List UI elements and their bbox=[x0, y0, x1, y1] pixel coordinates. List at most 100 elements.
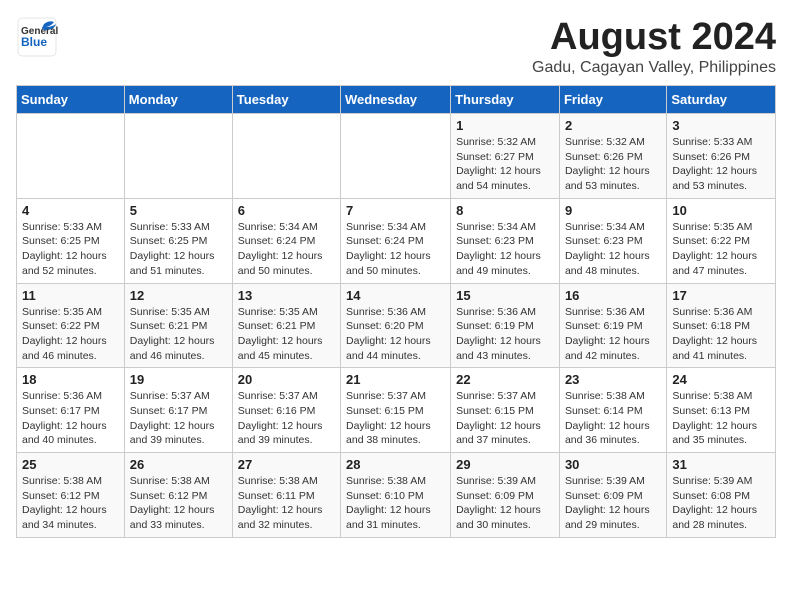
day-number: 24 bbox=[672, 372, 770, 387]
calendar-cell: 24 Sunrise: 5:38 AM Sunset: 6:13 PM Dayli… bbox=[667, 368, 776, 453]
day-info: Sunrise: 5:38 AM Sunset: 6:10 PM Dayligh… bbox=[346, 474, 445, 533]
day-info: Sunrise: 5:39 AM Sunset: 6:09 PM Dayligh… bbox=[565, 474, 661, 533]
day-number: 13 bbox=[238, 288, 335, 303]
calendar-cell: 15 Sunrise: 5:36 AM Sunset: 6:19 PM Dayli… bbox=[451, 283, 560, 368]
day-info: Sunrise: 5:32 AM Sunset: 6:26 PM Dayligh… bbox=[565, 135, 661, 194]
page-title: August 2024 bbox=[532, 16, 776, 59]
weekday-header-monday: Monday bbox=[124, 86, 232, 114]
calendar-cell: 23 Sunrise: 5:38 AM Sunset: 6:14 PM Dayli… bbox=[559, 368, 666, 453]
day-info: Sunrise: 5:38 AM Sunset: 6:11 PM Dayligh… bbox=[238, 474, 335, 533]
day-info: Sunrise: 5:34 AM Sunset: 6:24 PM Dayligh… bbox=[238, 220, 335, 279]
day-number: 4 bbox=[22, 203, 119, 218]
day-number: 18 bbox=[22, 372, 119, 387]
logo-icon: General Blue bbox=[16, 16, 58, 58]
day-info: Sunrise: 5:37 AM Sunset: 6:16 PM Dayligh… bbox=[238, 389, 335, 448]
day-info: Sunrise: 5:38 AM Sunset: 6:13 PM Dayligh… bbox=[672, 389, 770, 448]
day-number: 3 bbox=[672, 118, 770, 133]
calendar-cell: 13 Sunrise: 5:35 AM Sunset: 6:21 PM Dayli… bbox=[232, 283, 340, 368]
day-number: 11 bbox=[22, 288, 119, 303]
calendar-cell: 25 Sunrise: 5:38 AM Sunset: 6:12 PM Dayli… bbox=[17, 453, 125, 538]
day-number: 7 bbox=[346, 203, 445, 218]
day-number: 9 bbox=[565, 203, 661, 218]
day-info: Sunrise: 5:34 AM Sunset: 6:24 PM Dayligh… bbox=[346, 220, 445, 279]
calendar-cell: 26 Sunrise: 5:38 AM Sunset: 6:12 PM Dayli… bbox=[124, 453, 232, 538]
calendar-cell: 10 Sunrise: 5:35 AM Sunset: 6:22 PM Dayli… bbox=[667, 198, 776, 283]
day-number: 21 bbox=[346, 372, 445, 387]
day-info: Sunrise: 5:33 AM Sunset: 6:26 PM Dayligh… bbox=[672, 135, 770, 194]
day-info: Sunrise: 5:33 AM Sunset: 6:25 PM Dayligh… bbox=[130, 220, 227, 279]
calendar-cell: 27 Sunrise: 5:38 AM Sunset: 6:11 PM Dayli… bbox=[232, 453, 340, 538]
title-block: August 2024 Gadu, Cagayan Valley, Philip… bbox=[532, 16, 776, 77]
day-info: Sunrise: 5:37 AM Sunset: 6:17 PM Dayligh… bbox=[130, 389, 227, 448]
day-info: Sunrise: 5:36 AM Sunset: 6:19 PM Dayligh… bbox=[565, 305, 661, 364]
weekday-header-wednesday: Wednesday bbox=[341, 86, 451, 114]
svg-text:Blue: Blue bbox=[21, 35, 47, 49]
day-info: Sunrise: 5:32 AM Sunset: 6:27 PM Dayligh… bbox=[456, 135, 554, 194]
day-number: 27 bbox=[238, 457, 335, 472]
day-number: 28 bbox=[346, 457, 445, 472]
day-info: Sunrise: 5:36 AM Sunset: 6:17 PM Dayligh… bbox=[22, 389, 119, 448]
day-number: 22 bbox=[456, 372, 554, 387]
weekday-header-thursday: Thursday bbox=[451, 86, 560, 114]
day-info: Sunrise: 5:36 AM Sunset: 6:18 PM Dayligh… bbox=[672, 305, 770, 364]
day-number: 25 bbox=[22, 457, 119, 472]
calendar-week-3: 11 Sunrise: 5:35 AM Sunset: 6:22 PM Dayli… bbox=[17, 283, 776, 368]
day-info: Sunrise: 5:35 AM Sunset: 6:21 PM Dayligh… bbox=[238, 305, 335, 364]
day-number: 14 bbox=[346, 288, 445, 303]
calendar-cell: 14 Sunrise: 5:36 AM Sunset: 6:20 PM Dayli… bbox=[341, 283, 451, 368]
day-info: Sunrise: 5:38 AM Sunset: 6:14 PM Dayligh… bbox=[565, 389, 661, 448]
calendar-cell: 28 Sunrise: 5:38 AM Sunset: 6:10 PM Dayli… bbox=[341, 453, 451, 538]
day-info: Sunrise: 5:38 AM Sunset: 6:12 PM Dayligh… bbox=[130, 474, 227, 533]
calendar-cell: 8Sunrise: 5:34 AM Sunset: 6:23 PM Daylig… bbox=[451, 198, 560, 283]
calendar-cell: 9 Sunrise: 5:34 AM Sunset: 6:23 PM Daylig… bbox=[559, 198, 666, 283]
calendar-cell: 12Sunrise: 5:35 AM Sunset: 6:21 PM Dayli… bbox=[124, 283, 232, 368]
day-info: Sunrise: 5:35 AM Sunset: 6:22 PM Dayligh… bbox=[672, 220, 770, 279]
calendar-cell: 4 Sunrise: 5:33 AM Sunset: 6:25 PM Daylig… bbox=[17, 198, 125, 283]
weekday-header-sunday: Sunday bbox=[17, 86, 125, 114]
calendar-week-4: 18 Sunrise: 5:36 AM Sunset: 6:17 PM Dayli… bbox=[17, 368, 776, 453]
weekday-header-friday: Friday bbox=[559, 86, 666, 114]
page-header: General Blue August 2024 Gadu, Cagayan V… bbox=[16, 16, 776, 77]
day-number: 16 bbox=[565, 288, 661, 303]
weekday-header-tuesday: Tuesday bbox=[232, 86, 340, 114]
calendar-cell bbox=[124, 114, 232, 199]
day-number: 10 bbox=[672, 203, 770, 218]
day-info: Sunrise: 5:36 AM Sunset: 6:19 PM Dayligh… bbox=[456, 305, 554, 364]
day-number: 26 bbox=[130, 457, 227, 472]
logo: General Blue bbox=[16, 16, 58, 58]
calendar-cell: 30 Sunrise: 5:39 AM Sunset: 6:09 PM Dayli… bbox=[559, 453, 666, 538]
calendar-week-1: 1 Sunrise: 5:32 AM Sunset: 6:27 PM Daylig… bbox=[17, 114, 776, 199]
day-number: 30 bbox=[565, 457, 661, 472]
day-number: 5 bbox=[130, 203, 227, 218]
calendar-table: SundayMondayTuesdayWednesdayThursdayFrid… bbox=[16, 85, 776, 538]
day-info: Sunrise: 5:34 AM Sunset: 6:23 PM Dayligh… bbox=[565, 220, 661, 279]
day-info: Sunrise: 5:34 AM Sunset: 6:23 PM Dayligh… bbox=[456, 220, 554, 279]
calendar-cell bbox=[232, 114, 340, 199]
calendar-body: 1 Sunrise: 5:32 AM Sunset: 6:27 PM Daylig… bbox=[17, 114, 776, 538]
day-number: 20 bbox=[238, 372, 335, 387]
calendar-week-5: 25 Sunrise: 5:38 AM Sunset: 6:12 PM Dayli… bbox=[17, 453, 776, 538]
calendar-week-2: 4 Sunrise: 5:33 AM Sunset: 6:25 PM Daylig… bbox=[17, 198, 776, 283]
calendar-cell: 18 Sunrise: 5:36 AM Sunset: 6:17 PM Dayli… bbox=[17, 368, 125, 453]
day-info: Sunrise: 5:37 AM Sunset: 6:15 PM Dayligh… bbox=[346, 389, 445, 448]
calendar-cell: 6Sunrise: 5:34 AM Sunset: 6:24 PM Daylig… bbox=[232, 198, 340, 283]
day-info: Sunrise: 5:38 AM Sunset: 6:12 PM Dayligh… bbox=[22, 474, 119, 533]
day-number: 29 bbox=[456, 457, 554, 472]
day-number: 2 bbox=[565, 118, 661, 133]
day-number: 1 bbox=[456, 118, 554, 133]
day-info: Sunrise: 5:35 AM Sunset: 6:22 PM Dayligh… bbox=[22, 305, 119, 364]
calendar-cell: 1 Sunrise: 5:32 AM Sunset: 6:27 PM Daylig… bbox=[451, 114, 560, 199]
calendar-cell: 22Sunrise: 5:37 AM Sunset: 6:15 PM Dayli… bbox=[451, 368, 560, 453]
day-number: 31 bbox=[672, 457, 770, 472]
day-number: 12 bbox=[130, 288, 227, 303]
calendar-cell bbox=[17, 114, 125, 199]
page-subtitle: Gadu, Cagayan Valley, Philippines bbox=[532, 59, 776, 77]
calendar-cell: 29Sunrise: 5:39 AM Sunset: 6:09 PM Dayli… bbox=[451, 453, 560, 538]
day-info: Sunrise: 5:36 AM Sunset: 6:20 PM Dayligh… bbox=[346, 305, 445, 364]
day-number: 17 bbox=[672, 288, 770, 303]
day-number: 15 bbox=[456, 288, 554, 303]
day-number: 23 bbox=[565, 372, 661, 387]
day-info: Sunrise: 5:33 AM Sunset: 6:25 PM Dayligh… bbox=[22, 220, 119, 279]
calendar-cell: 3 Sunrise: 5:33 AM Sunset: 6:26 PM Daylig… bbox=[667, 114, 776, 199]
calendar-cell bbox=[341, 114, 451, 199]
